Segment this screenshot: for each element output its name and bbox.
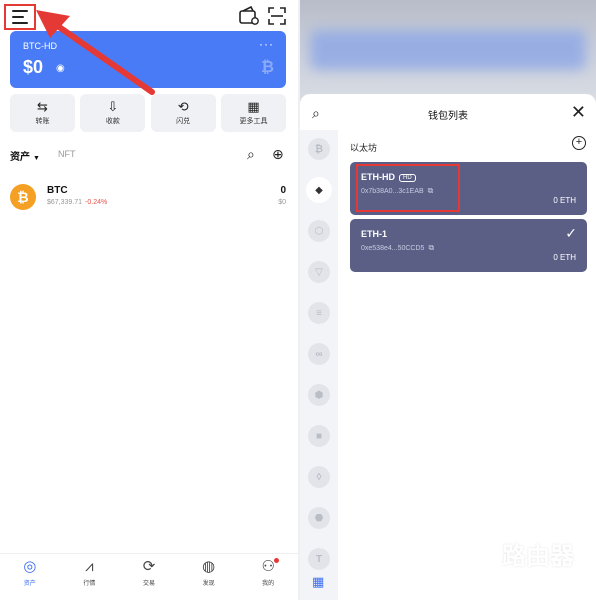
asset-change: -0.24% <box>85 199 108 206</box>
hd-badge: HD <box>399 174 416 182</box>
ethereum-chain-icon[interactable]: ◆ <box>308 179 330 201</box>
section-title: 以太坊 <box>350 143 378 153</box>
copy-icon[interactable]: ⧉ <box>428 186 434 195</box>
receive-button[interactable]: ⇩ 收款 <box>80 94 146 132</box>
notification-dot <box>41 12 47 18</box>
sheet-title: 钱包列表 <box>428 111 468 122</box>
eye-icon[interactable]: ◉ <box>56 63 65 74</box>
tab-assets[interactable]: 资产 ▼ <box>10 148 40 163</box>
blurred-background <box>300 0 596 94</box>
wallet-balance: 0 ETH <box>553 253 576 262</box>
profile-icon: ⚇ <box>261 558 275 575</box>
nav-label: 行情 <box>83 581 96 587</box>
add-wallet-icon[interactable]: + <box>572 136 586 150</box>
wallet-card-eth-hd[interactable]: ETH-HD HD 0x7b38A0...3c1EAB ⧉ 0 ETH <box>350 162 587 215</box>
chain-icon[interactable]: T <box>308 548 330 570</box>
market-icon: ⩘ <box>85 558 94 575</box>
nav-profile[interactable]: ⚇ 我的 <box>243 554 293 600</box>
action-label: 收款 <box>105 118 120 125</box>
grid-icon[interactable]: ▦ <box>312 574 324 590</box>
more-tools-button[interactable]: ▦ 更多工具 <box>220 94 286 132</box>
asset-value: $0 <box>278 199 286 206</box>
wallet-name: ETH-HD <box>361 172 395 182</box>
asset-price-line: $67,339.71 -0.24% <box>47 199 107 206</box>
discover-icon: ◍ <box>202 558 216 575</box>
transfer-icon: ⇆ <box>37 99 48 114</box>
wallet-name: BTC-HD <box>23 41 57 51</box>
wallet-name: ETH-1 <box>361 229 388 239</box>
more-icon[interactable]: ··· <box>259 37 274 51</box>
nav-label: 我的 <box>262 581 275 587</box>
chain-rail: ₿ ◆ ⬡ ▽ ≡ ∞ ⬢ ■ ◊ ⬣ T <box>300 130 338 600</box>
assets-icon: ◎ <box>23 558 37 575</box>
nav-trade[interactable]: ⟳ 交易 <box>124 554 174 600</box>
solana-chain-icon[interactable]: ≡ <box>308 302 330 324</box>
nav-market[interactable]: ⩘ 行情 <box>64 554 114 600</box>
nav-assets[interactable]: ◎ 资产 <box>5 554 55 600</box>
add-icon[interactable]: ⊕ <box>272 146 284 163</box>
menu-button[interactable] <box>4 4 36 30</box>
asset-quantity: 0 <box>280 185 286 196</box>
asset-symbol: BTC <box>47 185 68 196</box>
check-icon: ✓ <box>565 225 577 241</box>
chain-icon[interactable]: ⬡ <box>308 220 330 242</box>
bottom-nav: ◎ 资产 ⩘ 行情 ⟳ 交易 ◍ 发现 ⚇ 我的 <box>0 553 298 600</box>
grid-icon: ▦ <box>247 99 260 114</box>
nav-label: 交易 <box>142 581 155 587</box>
asset-row-btc[interactable]: ₿ BTC $67,339.71 -0.24% 0 $0 <box>10 182 288 212</box>
nav-label: 发现 <box>202 581 215 587</box>
blurred-card <box>310 30 586 70</box>
chain-icon[interactable]: ◊ <box>308 466 330 488</box>
wallet-list-screen: ⌕ 钱包列表 ✕ ₿ ◆ ⬡ ▽ ≡ ∞ ⬢ ■ ◊ ⬣ T ▦ 以太坊 + E… <box>300 0 596 600</box>
chain-icon[interactable]: ⬣ <box>308 507 330 529</box>
tab-nft[interactable]: NFT <box>58 149 76 159</box>
watermark-subtitle: luyouqi.com <box>504 566 558 577</box>
watermark: 路由器 luyouqi.com <box>454 536 590 586</box>
action-label: 闪兑 <box>176 118 191 125</box>
wallet-connect-icon[interactable] <box>238 6 260 26</box>
nav-label: 资产 <box>23 581 36 587</box>
search-icon[interactable]: ⌕ <box>247 146 255 163</box>
tab-assets-label: 资产 <box>10 152 30 163</box>
nav-discover[interactable]: ◍ 发现 <box>184 554 234 600</box>
wallet-home-screen: BTC-HD ··· $0 ◉ ₿ ⇆ 转账 ⇩ 收款 ⟲ 闪兑 ▦ 更多工具 … <box>0 0 298 600</box>
wallet-name-line: ETH-HD HD <box>361 172 416 182</box>
bitcoin-watermark-icon: ₿ <box>260 59 274 76</box>
wallet-balance: $0 <box>23 57 44 77</box>
action-label: 更多工具 <box>239 118 268 125</box>
wallet-card-eth-1[interactable]: ETH-1 0xe538e4...50CCD5 ⧉ ✓ 0 ETH <box>350 219 587 272</box>
transfer-button[interactable]: ⇆ 转账 <box>10 94 75 132</box>
wallet-address-line: 0xe538e4...50CCD5 ⧉ <box>361 243 434 253</box>
swap-button[interactable]: ⟲ 闪兑 <box>150 94 216 132</box>
scan-icon[interactable] <box>266 6 288 26</box>
action-label: 转账 <box>35 118 50 125</box>
close-icon[interactable]: ✕ <box>571 102 586 123</box>
tron-chain-icon[interactable]: ▽ <box>308 261 330 283</box>
watermark-logo <box>454 540 494 580</box>
quick-actions: ⇆ 转账 ⇩ 收款 ⟲ 闪兑 ▦ 更多工具 <box>10 94 286 132</box>
wallet-address: 0x7b38A0...3c1EAB <box>361 188 424 195</box>
wallet-address: 0xe538e4...50CCD5 <box>361 245 425 252</box>
profile-badge <box>274 558 280 563</box>
chain-icon[interactable]: ⬢ <box>308 384 330 406</box>
caret-down-icon: ▼ <box>33 155 40 162</box>
chain-icon[interactable]: ∞ <box>308 343 330 365</box>
wallet-balance: 0 ETH <box>553 196 576 205</box>
copy-icon[interactable]: ⧉ <box>428 243 434 252</box>
asset-tabs: 资产 ▼ NFT ⌕ ⊕ <box>10 146 290 164</box>
receive-icon: ⇩ <box>107 99 119 114</box>
swap-icon: ⟲ <box>177 99 189 114</box>
wallet-list-sheet: ⌕ 钱包列表 ✕ ₿ ◆ ⬡ ▽ ≡ ∞ ⬢ ■ ◊ ⬣ T ▦ 以太坊 + E… <box>300 94 596 600</box>
chain-icon[interactable]: ■ <box>308 425 330 447</box>
wallet-address-line: 0x7b38A0...3c1EAB ⧉ <box>361 186 433 196</box>
asset-price: $67,339.71 <box>47 199 83 206</box>
bitcoin-chain-icon[interactable]: ₿ <box>308 138 330 160</box>
trade-icon: ⟳ <box>142 558 156 575</box>
wallet-card[interactable]: BTC-HD ··· $0 ◉ ₿ <box>10 31 286 88</box>
bitcoin-icon: ₿ <box>10 184 36 210</box>
